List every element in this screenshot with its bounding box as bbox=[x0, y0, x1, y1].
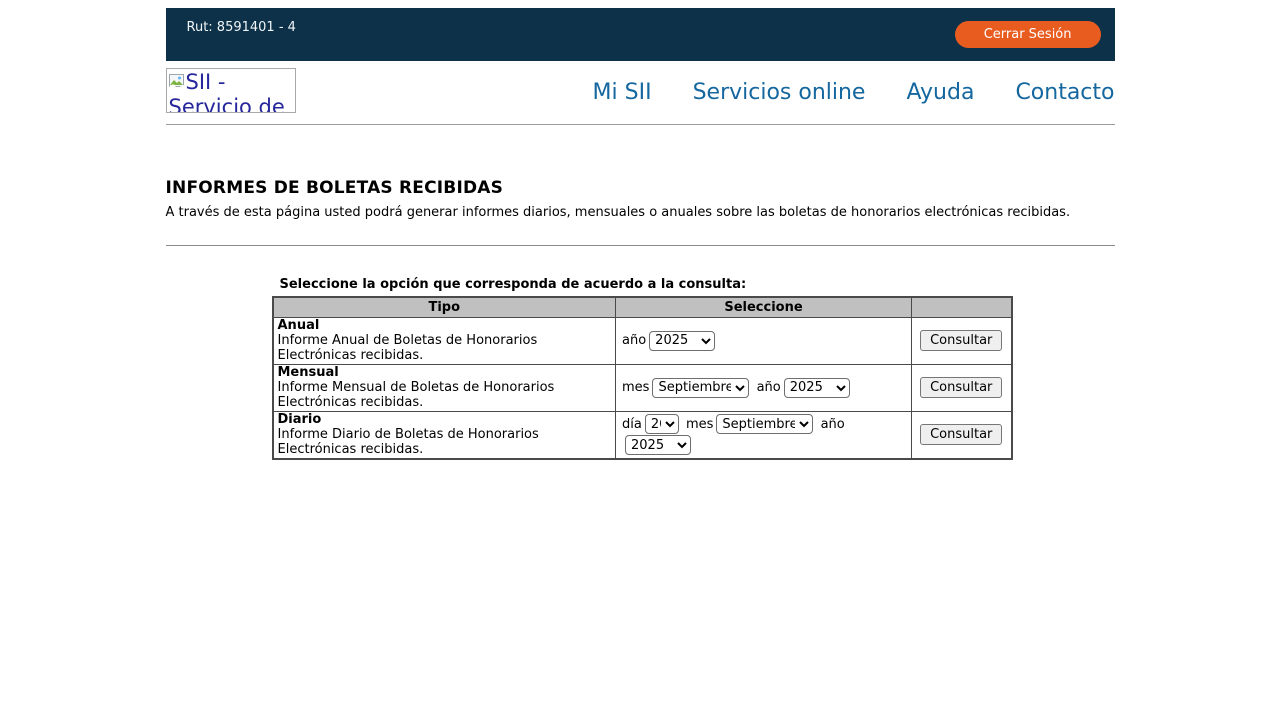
header-tipo: Tipo bbox=[273, 297, 616, 317]
row-type-diario: Diario bbox=[278, 412, 322, 427]
table-row-anual: Anual Informe Anual de Boletas de Honora… bbox=[273, 317, 1012, 364]
logo-alt-text: SII - Servicio de bbox=[169, 70, 285, 113]
nav-link-ayuda[interactable]: Ayuda bbox=[906, 80, 974, 105]
nav-link-mi-sii[interactable]: Mi SII bbox=[593, 80, 652, 105]
diario-year-select[interactable]: 2025 bbox=[625, 435, 691, 455]
consultar-mensual-button[interactable]: Consultar bbox=[920, 377, 1002, 398]
anual-year-select[interactable]: 2025 bbox=[649, 331, 715, 351]
main-content: INFORMES DE BOLETAS RECIBIDAS A través d… bbox=[166, 178, 1115, 460]
table-caption: Seleccione la opción que corresponda de … bbox=[280, 277, 1115, 292]
main-nav: Mi SII Servicios online Ayuda Contacto bbox=[593, 80, 1115, 105]
broken-image-icon bbox=[169, 74, 184, 89]
logout-button[interactable]: Cerrar Sesión bbox=[955, 21, 1101, 48]
anual-year-label: año bbox=[622, 333, 646, 348]
mensual-month-select[interactable]: Septiembre bbox=[652, 378, 749, 398]
diario-day-label: día bbox=[622, 417, 642, 432]
page-subtitle: A través de esta página usted podrá gene… bbox=[166, 205, 1115, 220]
consultar-anual-button[interactable]: Consultar bbox=[920, 330, 1002, 351]
site-header: SII - Servicio de Mi SII Servicios onlin… bbox=[166, 68, 1115, 125]
diario-month-select[interactable]: Septiembre bbox=[716, 414, 813, 434]
consulta-table: Tipo Seleccione Anual Informe Anual de B… bbox=[272, 296, 1013, 460]
nav-link-servicios-online[interactable]: Servicios online bbox=[693, 80, 866, 105]
section-divider bbox=[166, 245, 1115, 246]
row-description-mensual: Informe Mensual de Boletas de Honorarios… bbox=[278, 380, 555, 410]
logo-link[interactable]: SII - Servicio de bbox=[166, 68, 296, 113]
row-type-mensual: Mensual bbox=[278, 365, 339, 380]
consultar-diario-button[interactable]: Consultar bbox=[920, 424, 1002, 445]
table-row-diario: Diario Informe Diario de Boletas de Hono… bbox=[273, 411, 1012, 459]
header-action bbox=[912, 297, 1012, 317]
diario-month-label: mes bbox=[686, 417, 713, 432]
nav-link-contacto[interactable]: Contacto bbox=[1015, 80, 1114, 105]
row-type-anual: Anual bbox=[278, 318, 320, 333]
page-container: Rut: 8591401 - 4 Cerrar Sesión SII - Ser… bbox=[166, 8, 1115, 460]
consulta-section: Seleccione la opción que corresponda de … bbox=[272, 277, 1115, 460]
mensual-month-label: mes bbox=[622, 380, 649, 395]
table-header-row: Tipo Seleccione bbox=[273, 297, 1012, 317]
mensual-year-label: año bbox=[757, 380, 781, 395]
table-row-mensual: Mensual Informe Mensual de Boletas de Ho… bbox=[273, 364, 1012, 411]
row-description-diario: Informe Diario de Boletas de Honorarios … bbox=[278, 427, 539, 457]
page-title: INFORMES DE BOLETAS RECIBIDAS bbox=[166, 178, 1115, 198]
session-topbar: Rut: 8591401 - 4 Cerrar Sesión bbox=[166, 8, 1115, 61]
header-seleccione: Seleccione bbox=[616, 297, 912, 317]
logo-alt-label: SII - Servicio de bbox=[169, 70, 285, 113]
diario-year-label: año bbox=[821, 417, 845, 432]
row-description-anual: Informe Anual de Boletas de Honorarios E… bbox=[278, 333, 538, 363]
rut-label: Rut: 8591401 - 4 bbox=[187, 20, 296, 35]
diario-day-select[interactable]: 26 bbox=[645, 414, 679, 434]
mensual-year-select[interactable]: 2025 bbox=[784, 378, 850, 398]
